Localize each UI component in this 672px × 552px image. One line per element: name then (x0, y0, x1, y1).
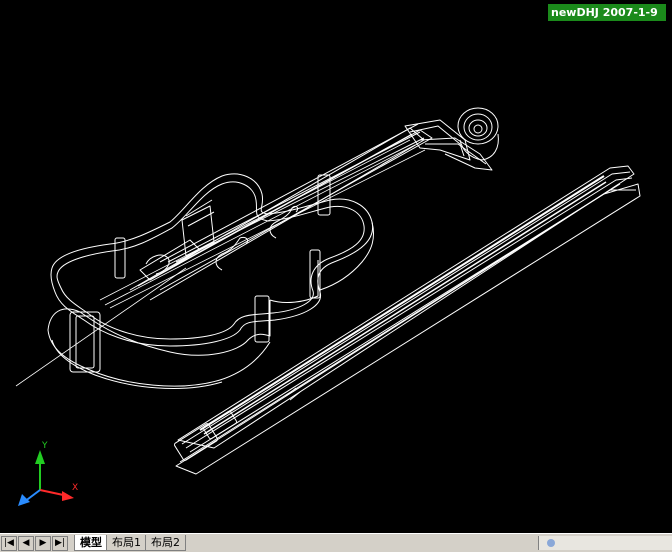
violin-drawing (15, 107, 641, 475)
tab-layout1[interactable]: 布局1 (106, 535, 147, 551)
horizontal-scrollbar[interactable] (538, 536, 672, 550)
last-layout-button[interactable]: ▶| (52, 535, 68, 551)
drawing-stamp: newDHJ 2007-1-9 (548, 4, 666, 21)
ucs-y-label: Y (41, 441, 48, 451)
ucs-x-label: X (72, 483, 78, 493)
drawing-viewport[interactable]: newDHJ 2007-1-9 Y X (0, 0, 672, 533)
tab-layout2[interactable]: 布局2 (145, 535, 186, 551)
scroll-thumb[interactable] (547, 539, 555, 547)
next-layout-button[interactable]: ▶ (35, 535, 51, 551)
ucs-icon: Y X (18, 441, 78, 506)
first-layout-button[interactable]: |◀ (1, 535, 17, 551)
layout-tab-bar: |◀ ◀ ▶ ▶| 模型 布局1 布局2 (0, 533, 672, 552)
prev-layout-button[interactable]: ◀ (18, 535, 34, 551)
tab-model[interactable]: 模型 (74, 535, 108, 551)
